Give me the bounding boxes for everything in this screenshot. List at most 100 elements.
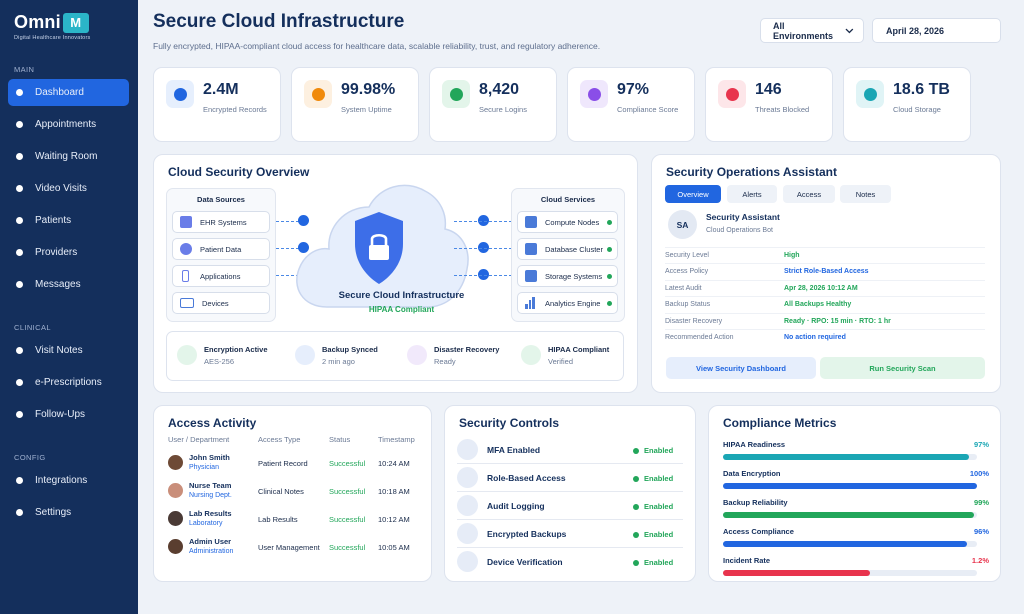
sidebar-item-visit-notes[interactable]: Visit Notes (8, 337, 129, 364)
metric-name: HIPAA Readiness (723, 440, 786, 449)
connector-line (454, 275, 512, 276)
monitor-icon (180, 298, 194, 308)
user-name: Admin User (189, 537, 232, 546)
table-row[interactable]: Nurse Team Nursing Dept. Clinical Notes … (154, 479, 432, 507)
service-storage-systems[interactable]: Storage Systems (517, 265, 618, 287)
cloud-services-panel: Cloud Services Compute Nodes Database Cl… (511, 188, 625, 322)
kpi-value: 97% (617, 81, 650, 98)
control-status: Enabled (644, 558, 674, 567)
storage-icon (525, 270, 537, 282)
metric-name: Backup Reliability (723, 498, 788, 507)
logo-mark: M (62, 12, 89, 33)
settings-icon (16, 509, 23, 516)
storage-icon (863, 87, 877, 101)
sidebar-item-label: Dashboard (35, 87, 84, 98)
tab-access[interactable]: Access (783, 185, 835, 203)
status-title: Encryption Active (204, 345, 268, 354)
source-applications[interactable]: Applications (172, 265, 270, 287)
environment-select-value: All Environments (773, 20, 834, 41)
connector-line (454, 221, 512, 222)
status-ok-dot (607, 301, 612, 306)
source-label: Patient Data (200, 244, 242, 254)
access-status: Successful (329, 487, 366, 496)
service-label: Analytics Engine (545, 298, 601, 308)
environment-select[interactable]: All Environments (760, 18, 864, 43)
control-mfa[interactable]: MFA Enabled Enabled (457, 436, 683, 464)
avatar (168, 455, 183, 470)
run-security-scan-button[interactable]: Run Security Scan (820, 357, 985, 379)
status-dot (633, 504, 639, 510)
logo: Omni M Digital Healthcare Innovators (14, 12, 90, 41)
kpi-icon-bg (304, 80, 332, 108)
messages-icon (16, 281, 23, 288)
source-patient-data[interactable]: Patient Data (172, 238, 270, 260)
date-picker[interactable]: April 28, 2026 (872, 18, 1001, 43)
sidebar-item-settings[interactable]: Settings (8, 499, 129, 526)
sidebar-item-dashboard[interactable]: Dashboard (8, 79, 129, 106)
status-sub: Ready (434, 357, 456, 366)
backup-icon (457, 523, 478, 544)
table-row[interactable]: John Smith Physician Patient Record Succ… (154, 451, 432, 479)
service-label: Compute Nodes (545, 217, 600, 227)
sidebar-item-messages[interactable]: Messages (8, 271, 129, 298)
source-ehr-systems[interactable]: EHR Systems (172, 211, 270, 233)
service-analytics-engine[interactable]: Analytics Engine (517, 292, 618, 314)
metric-value: 1.2% (971, 556, 989, 565)
status-dot (633, 476, 639, 482)
threat-icon (725, 87, 739, 101)
column-header: Status (329, 435, 351, 444)
source-devices[interactable]: Devices (172, 292, 270, 314)
sidebar-item-providers[interactable]: Providers (8, 239, 129, 266)
user-department: Nursing Dept. (189, 492, 232, 499)
sidebar-item-integrations[interactable]: Integrations (8, 467, 129, 494)
view-security-dashboard-button[interactable]: View Security Dashboard (666, 357, 816, 379)
sidebar-item-waiting-room[interactable]: Waiting Room (8, 143, 129, 170)
encryption-status-icon (177, 345, 197, 365)
info-value: Strict Role-Based Access (784, 268, 869, 275)
role-access-icon (457, 467, 478, 488)
control-encrypted-backups[interactable]: Encrypted Backups Enabled (457, 520, 683, 548)
sidebar-item-follow-ups[interactable]: Follow-Ups (8, 401, 129, 428)
tab-overview[interactable]: Overview (665, 185, 721, 203)
sidebar-item-label: Settings (35, 507, 72, 518)
control-role-based-access[interactable]: Role-Based Access Enabled (457, 464, 683, 492)
sidebar-item-appointments[interactable]: Appointments (8, 111, 129, 138)
kpi-card-secure-logins: 8,420 Secure Logins (429, 67, 557, 142)
source-label: Applications (200, 271, 241, 281)
status-dot (633, 532, 639, 538)
progress-track (723, 541, 977, 547)
data-sources-panel: Data Sources EHR Systems Patient Data Ap… (166, 188, 276, 322)
access-timestamp: 10:05 AM (378, 543, 410, 552)
patients-icon (16, 217, 23, 224)
tab-notes[interactable]: Notes (840, 185, 891, 203)
control-name: MFA Enabled (487, 445, 541, 455)
progress-track (723, 454, 977, 460)
connector-line (454, 248, 512, 249)
tab-alerts[interactable]: Alerts (727, 185, 777, 203)
card-title: Security Operations Assistant (666, 165, 837, 179)
nav-section-clinical: CLINICAL (14, 323, 51, 332)
progress-track (723, 483, 977, 489)
info-key: Security Level (665, 252, 709, 259)
access-status: Successful (329, 459, 366, 468)
sidebar-item-label: Messages (35, 279, 81, 290)
access-type: Lab Results (258, 515, 298, 524)
source-label: EHR Systems (200, 217, 247, 227)
table-row[interactable]: Admin User Administration User Managemen… (154, 535, 432, 563)
sidebar-item-e-prescriptions[interactable]: e-Prescriptions (8, 369, 129, 396)
control-audit-logging[interactable]: Audit Logging Enabled (457, 492, 683, 520)
sidebar-item-label: Appointments (35, 119, 97, 130)
service-database-cluster[interactable]: Database Cluster (517, 238, 618, 260)
info-value: Apr 28, 2026 10:12 AM (784, 285, 858, 292)
kpi-label: Cloud Storage (893, 105, 941, 114)
metric-hipaa-readiness: HIPAA Readiness 97% (723, 440, 989, 468)
control-device-verification[interactable]: Device Verification Enabled (457, 548, 683, 576)
ehr-icon (180, 216, 192, 228)
table-row[interactable]: Lab Results Laboratory Lab Results Succe… (154, 507, 432, 535)
login-icon (449, 87, 463, 101)
info-key: Backup Status (665, 301, 711, 308)
sidebar-item-video-visits[interactable]: Video Visits (8, 175, 129, 202)
sidebar-item-patients[interactable]: Patients (8, 207, 129, 234)
service-compute-nodes[interactable]: Compute Nodes (517, 211, 618, 233)
sidebar-item-label: Integrations (35, 475, 88, 486)
